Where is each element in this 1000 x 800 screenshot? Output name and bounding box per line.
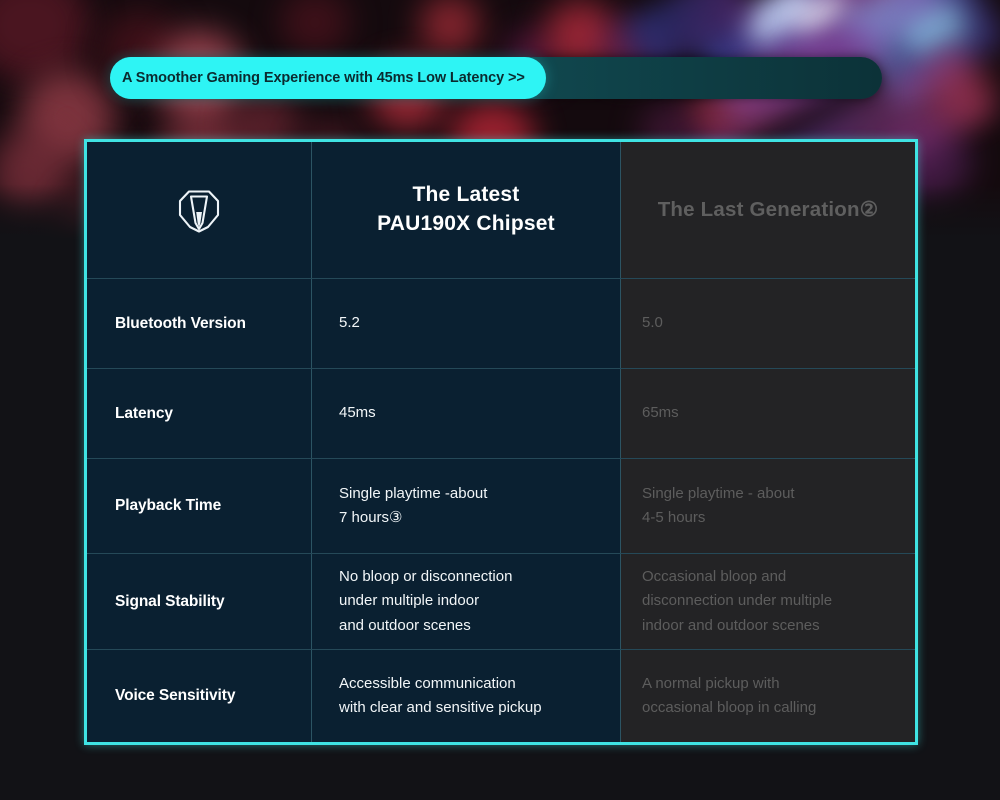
row-label-cell: Bluetooth Version [87, 279, 312, 368]
row-old-cell: 5.0 [621, 279, 915, 368]
row-new-line: No bloop or disconnection [339, 568, 513, 586]
table-row: Bluetooth Version 5.2 5.0 [87, 278, 915, 368]
table-row: Voice Sensitivity Accessible communicati… [87, 649, 915, 742]
row-new-line: and outdoor scenes [339, 616, 471, 634]
row-old-line: Occasional bloop and [642, 568, 787, 586]
row-old-cell: 65ms [621, 369, 915, 458]
row-old-line: A normal pickup with [642, 674, 780, 692]
row-label: Signal Stability [115, 592, 225, 610]
row-new-cell: 5.2 [312, 279, 621, 368]
header-new-title-line2: PAU190X Chipset [377, 212, 555, 235]
comparison-table: The Latest PAU190X Chipset The Last Gene… [84, 139, 918, 745]
row-new-line: under multiple indoor [339, 592, 480, 610]
row-new-line: Single playtime -about [339, 484, 488, 502]
row-old-cell: Occasional bloop and disconnection under… [621, 554, 915, 649]
row-new-line: 5.2 [339, 314, 360, 332]
row-new-cell: Accessible communication with clear and … [312, 650, 621, 742]
row-label: Latency [115, 404, 173, 422]
row-old-line: indoor and outdoor scenes [642, 616, 820, 634]
header-old-title: The Last Generation② [657, 197, 879, 221]
brand-shield-icon [178, 190, 220, 233]
header-new-title-line1: The Latest [412, 183, 520, 207]
page-root: A Smoother Gaming Experience with 45ms L… [0, 0, 1000, 800]
row-label-cell: Signal Stability [87, 554, 312, 649]
row-new-cell: No bloop or disconnection under multiple… [312, 554, 621, 649]
row-old-cell: A normal pickup with occasional bloop in… [621, 650, 915, 742]
row-old-line: occasional bloop in calling [642, 699, 817, 716]
header-new-cell: The Latest PAU190X Chipset [312, 142, 621, 278]
row-new-line: Accessible communication [339, 674, 516, 692]
row-label: Voice Sensitivity [115, 687, 236, 704]
row-old-cell: Single playtime - about 4-5 hours [621, 459, 915, 553]
row-old-line: disconnection under multiple [642, 592, 833, 610]
table-row: Playback Time Single playtime -about 7 h… [87, 458, 915, 553]
promo-banner-pill[interactable]: A Smoother Gaming Experience with 45ms L… [110, 57, 546, 99]
row-old-line: 65ms [642, 404, 679, 422]
row-label-cell: Voice Sensitivity [87, 650, 312, 742]
row-new-line: with clear and sensitive pickup [339, 699, 542, 716]
row-label-cell: Playback Time [87, 459, 312, 553]
table-row: Latency 45ms 65ms [87, 368, 915, 458]
header-old-cell: The Last Generation② [621, 142, 915, 278]
promo-banner-text: A Smoother Gaming Experience with 45ms L… [122, 70, 525, 86]
row-old-line: 4-5 hours [642, 509, 706, 526]
row-label: Bluetooth Version [115, 314, 246, 332]
row-label-cell: Latency [87, 369, 312, 458]
row-label: Playback Time [115, 497, 222, 514]
header-logo-cell [87, 142, 312, 278]
row-old-line: Single playtime - about [642, 484, 795, 502]
row-new-line: 7 hours③ [339, 509, 403, 526]
table-header-row: The Latest PAU190X Chipset The Last Gene… [87, 142, 915, 278]
row-new-line: 45ms [339, 404, 376, 422]
row-new-cell: 45ms [312, 369, 621, 458]
table-row: Signal Stability No bloop or disconnecti… [87, 553, 915, 649]
row-new-cell: Single playtime -about 7 hours③ [312, 459, 621, 553]
row-old-line: 5.0 [642, 314, 663, 332]
